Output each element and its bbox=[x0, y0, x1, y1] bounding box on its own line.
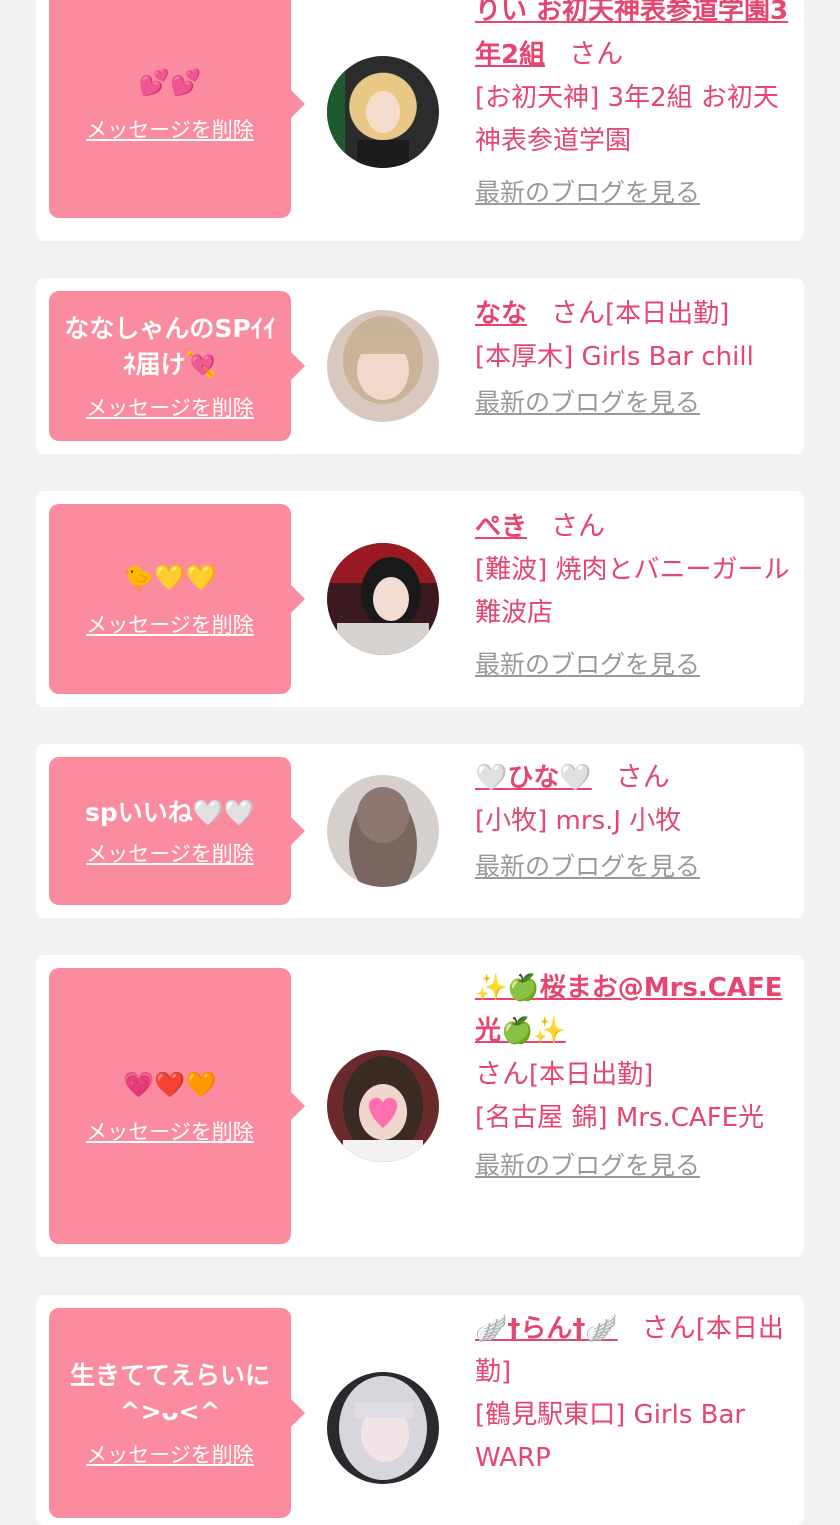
honorific: さん bbox=[569, 39, 624, 70]
favorite-card: spいいね🤍🤍 メッセージを削除 🤍ひな🤍 さん [小牧] mrs.J 小牧 最新… bbox=[36, 744, 804, 918]
avatar[interactable] bbox=[327, 56, 439, 168]
message-bubble: spいいね🤍🤍 メッセージを削除 bbox=[49, 757, 305, 905]
message-text: 💗❤️🧡 bbox=[123, 1070, 217, 1099]
message-bubble: 生きててえらいに ^>ᴗ<^ メッセージを削除 bbox=[49, 1308, 305, 1518]
message-bubble: ななしゃんのSPｲｲﾈ届け💘 メッセージを削除 bbox=[49, 291, 305, 441]
latest-blog-link[interactable]: 最新のブログを見る bbox=[475, 649, 700, 681]
avatar[interactable] bbox=[327, 1050, 439, 1162]
girl-name-link[interactable]: 🪽†らん†🪽 bbox=[475, 1314, 618, 1344]
message-bubble: 🐤💛💛 メッセージを削除 bbox=[49, 504, 305, 694]
girl-info: ✨🍏桜まお@Mrs.CAFE光🍏✨ さん[本日出勤] [名古屋 錦] Mrs.C… bbox=[475, 967, 795, 1188]
avatar-blonde-girl-icon bbox=[327, 56, 409, 168]
favorite-card: 💗❤️🧡 メッセージを削除 ✨🍏桜まお@Mrs.CAFE光🍏✨ さん[本日出勤]… bbox=[36, 955, 804, 1257]
delete-message-link[interactable]: メッセージを削除 bbox=[86, 1119, 254, 1145]
shop-text: [鶴見駅東口] Girls Bar WARP bbox=[475, 1400, 746, 1473]
latest-blog-link[interactable]: 最新のブログを見る bbox=[475, 177, 700, 209]
message-text: ななしゃんのSPｲｲﾈ届け💘 bbox=[64, 314, 276, 379]
message-text: 💕💕 bbox=[138, 68, 202, 97]
shop-text: [難波] 焼肉とバニーガール難波店 bbox=[475, 555, 790, 628]
girl-info: なな さん[本日出勤] [本厚木] Girls Bar chill 最新のブログを… bbox=[475, 292, 795, 425]
message-text: 生きててえらいに ^>ᴗ<^ bbox=[69, 1361, 270, 1426]
delete-message-link[interactable]: メッセージを削除 bbox=[86, 841, 254, 867]
delete-message-link[interactable]: メッセージを削除 bbox=[86, 395, 254, 421]
shop-text: [お初天神] 3年2組 お初天神表参道学園 bbox=[475, 83, 779, 156]
attendance-status: [本日出勤] bbox=[529, 1060, 654, 1090]
girl-name-link[interactable]: なな bbox=[475, 299, 527, 329]
avatar[interactable] bbox=[327, 543, 439, 655]
girl-name-link[interactable]: 🤍ひな🤍 bbox=[475, 763, 592, 793]
shop-text: [本厚木] Girls Bar chill bbox=[475, 342, 754, 372]
girl-info: 🪽†らん†🪽 さん[本日出勤] [鶴見駅東口] Girls Bar WARP bbox=[475, 1307, 795, 1480]
girl-info: りい お初天神表参道学園3年2組 さん [お初天神] 3年2組 お初天神表参道学園… bbox=[475, 0, 795, 215]
honorific: さん bbox=[551, 298, 606, 329]
message-text: spいいね🤍🤍 bbox=[84, 798, 256, 827]
avatar-winking-girl-icon bbox=[343, 316, 423, 404]
favorite-card: 🐤💛💛 メッセージを削除 ぺき さん [難波] 焼肉とバニーガール難波店 最新のブ… bbox=[36, 491, 804, 707]
avatar-silver-hair-girl-icon bbox=[339, 1376, 427, 1480]
honorific: さん bbox=[475, 1059, 529, 1090]
honorific: さん bbox=[615, 762, 670, 793]
message-bubble: 💕💕 メッセージを削除 bbox=[49, 0, 305, 218]
attendance-status: [本日出勤] bbox=[605, 299, 730, 329]
girl-info: ぺき さん [難波] 焼肉とバニーガール難波店 最新のブログを見る bbox=[475, 505, 795, 687]
avatar[interactable] bbox=[327, 775, 439, 887]
avatar-peace-sign-girl-icon bbox=[327, 543, 439, 655]
delete-message-link[interactable]: メッセージを削除 bbox=[86, 117, 254, 143]
honorific: さん bbox=[551, 511, 606, 542]
avatar-heart-mask-girl-icon bbox=[343, 1056, 423, 1162]
avatar[interactable] bbox=[327, 1372, 439, 1484]
shop-text: [小牧] mrs.J 小牧 bbox=[475, 806, 682, 836]
shop-text: [名古屋 錦] Mrs.CAFE光 bbox=[475, 1103, 765, 1133]
girl-name-link[interactable]: ぺき bbox=[475, 512, 527, 542]
favorite-card: 💕💕 メッセージを削除 りい お初天神表参道学園3年2組 さん [お初天神] 3年… bbox=[36, 0, 804, 241]
message-bubble: 💗❤️🧡 メッセージを削除 bbox=[49, 968, 305, 1244]
latest-blog-link[interactable]: 最新のブログを見る bbox=[475, 851, 700, 883]
avatar-hair-back-icon bbox=[349, 787, 417, 887]
message-text: 🐤💛💛 bbox=[123, 563, 217, 592]
girl-name-link[interactable]: ✨🍏桜まお@Mrs.CAFE光🍏✨ bbox=[475, 973, 783, 1046]
girl-name-link[interactable]: りい お初天神表参道学園3年2組 bbox=[475, 0, 788, 70]
delete-message-link[interactable]: メッセージを削除 bbox=[86, 612, 254, 638]
favorite-card: ななしゃんのSPｲｲﾈ届け💘 メッセージを削除 なな さん[本日出勤] [本厚木]… bbox=[36, 278, 804, 454]
delete-message-link[interactable]: メッセージを削除 bbox=[86, 1442, 254, 1468]
honorific: さん bbox=[641, 1313, 696, 1344]
avatar[interactable] bbox=[327, 310, 439, 422]
latest-blog-link[interactable]: 最新のブログを見る bbox=[475, 1150, 700, 1182]
girl-info: 🤍ひな🤍 さん [小牧] mrs.J 小牧 最新のブログを見る bbox=[475, 756, 795, 889]
favorite-card: 生きててえらいに ^>ᴗ<^ メッセージを削除 🪽†らん†🪽 さん[本日出勤] [… bbox=[36, 1295, 804, 1525]
latest-blog-link[interactable]: 最新のブログを見る bbox=[475, 387, 700, 419]
